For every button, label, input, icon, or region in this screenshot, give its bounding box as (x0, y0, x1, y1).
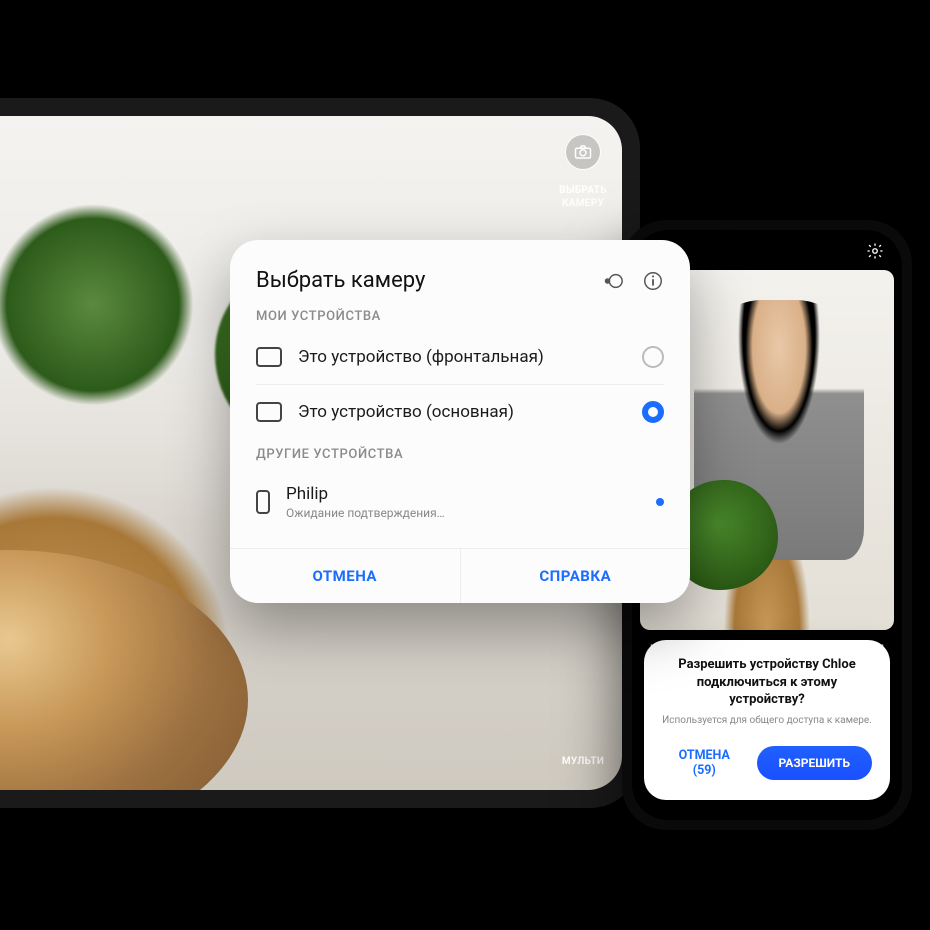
cancel-button[interactable]: ОТМЕНА (230, 549, 461, 603)
device-sublabel: Ожидание подтверждения… (286, 506, 640, 520)
radio-selected[interactable] (642, 401, 664, 423)
select-camera-button[interactable] (565, 134, 601, 170)
device-row-this-front[interactable]: Это устройство (фронтальная) (256, 330, 664, 384)
phone-notch (707, 230, 827, 254)
other-devices-label: ДРУГИЕ УСТРОЙСТВА (256, 447, 664, 462)
permission-subtitle: Используется для общего доступа к камере… (662, 715, 872, 726)
pending-indicator (656, 498, 664, 506)
switch-camera-icon[interactable] (602, 270, 624, 292)
tablet-icon (256, 402, 282, 422)
help-button[interactable]: СПРАВКА (461, 549, 691, 603)
dialog-title: Выбрать камеру (256, 268, 425, 293)
permission-title: Разрешить устройству Chloe подключиться … (662, 656, 872, 709)
device-row-philip[interactable]: Philip Ожидание подтверждения… (256, 468, 664, 536)
bowl-image (0, 550, 248, 790)
device-row-this-main[interactable]: Это устройство (основная) (256, 384, 664, 439)
phone-icon (256, 490, 270, 514)
device-label: Это устройство (основная) (298, 402, 626, 422)
permission-allow-button[interactable]: РАЗРЕШИТЬ (757, 746, 872, 780)
device-label: Philip (286, 484, 640, 504)
info-icon[interactable] (642, 270, 664, 292)
multi-label: МУЛЬТИ (562, 755, 604, 768)
my-devices-label: МОИ УСТРОЙСТВА (256, 309, 664, 324)
permission-dialog: Разрешить устройству Chloe подключиться … (644, 640, 890, 800)
select-camera-label: ВЫБРАТЬ КАМЕРУ (559, 184, 607, 210)
radio-unselected[interactable] (642, 346, 664, 368)
device-label: Это устройство (фронтальная) (298, 347, 626, 367)
permission-cancel-button[interactable]: ОТМЕНА (59) (662, 740, 747, 786)
select-camera-dialog: Выбрать камеру МОИ УСТРОЙСТВА Это устрой… (230, 240, 690, 603)
tablet-icon (256, 347, 282, 367)
settings-icon[interactable] (866, 242, 884, 260)
